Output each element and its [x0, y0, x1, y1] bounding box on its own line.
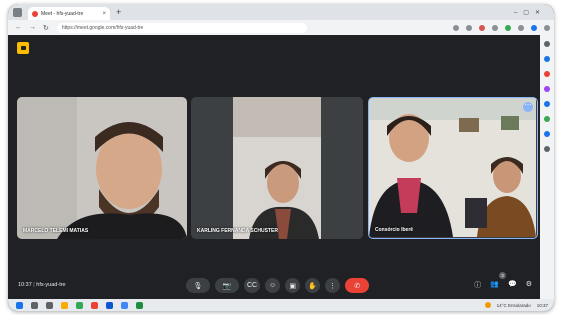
tab-title: Meet - hfs-yuad-tre: [41, 10, 84, 17]
chat-icon[interactable]: 💬: [508, 280, 517, 290]
extension-icon[interactable]: [531, 24, 537, 31]
side-panel-controls: ⓘ 👥 💬 ⚙: [474, 280, 532, 290]
window-controls[interactable]: –▢✕: [514, 9, 546, 16]
meet-favicon-icon: [32, 10, 38, 17]
raise-hand-button[interactable]: ✋: [305, 278, 321, 293]
emoji-button[interactable]: ☺: [265, 278, 281, 293]
meeting-time: 10:37: [18, 282, 32, 288]
back-button[interactable]: ←: [15, 24, 22, 31]
forward-button[interactable]: →: [29, 24, 36, 31]
weather-text[interactable]: 14°C Ensolarado: [497, 303, 531, 308]
search-icon[interactable]: [31, 301, 38, 309]
meet-stage: MARCELO TELEMI MATIAS KARLING FERNANDA S…: [8, 35, 540, 299]
participant-name: MARCELO TELEMI MATIAS: [23, 228, 89, 234]
sidebar-app-icon[interactable]: [544, 56, 550, 62]
extension-icon[interactable]: [518, 24, 524, 31]
os-taskbar: 14°C Ensolarado 10:37: [8, 299, 554, 311]
more-options-button[interactable]: ⋮: [325, 278, 341, 293]
browser-sidebar: [540, 35, 554, 299]
sidebar-app-icon[interactable]: [544, 116, 550, 122]
participant-video: [369, 98, 536, 237]
call-controls: 🎙 📷 CC ☺ ▣ ✋ ⋮ ✆: [186, 278, 370, 293]
url-field[interactable]: https://meet.google.com/hfs-yuad-tre: [56, 22, 307, 33]
edge-icon[interactable]: [106, 301, 113, 309]
present-button[interactable]: ▣: [285, 278, 301, 293]
weather-icon: [484, 302, 491, 308]
participant-video: [17, 97, 187, 239]
extension-icon[interactable]: [505, 24, 511, 31]
extension-icon[interactable]: [453, 24, 459, 31]
system-tray: 14°C Ensolarado 10:37: [484, 302, 548, 308]
file-explorer-icon[interactable]: [61, 301, 68, 309]
extension-icon[interactable]: [492, 24, 498, 31]
tab-close-icon[interactable]: ×: [102, 11, 106, 17]
address-bar-row: ← → ↻ https://meet.google.com/hfs-yuad-t…: [8, 20, 554, 36]
info-icon[interactable]: ⓘ: [474, 280, 481, 290]
taskbar-app-icon[interactable]: [76, 301, 83, 309]
participant-video: [191, 97, 363, 239]
screen: Meet - hfs-yuad-tre × + –▢✕ ← → ↻ https:…: [8, 4, 554, 311]
participant-tile[interactable]: KARLING FERNANDA SCHUSTER: [191, 97, 363, 239]
extension-icon[interactable]: [466, 24, 472, 31]
add-icon[interactable]: [544, 146, 550, 152]
browser-tab[interactable]: Meet - hfs-yuad-tre ×: [28, 7, 110, 20]
microphone-button[interactable]: 🎙: [186, 278, 210, 293]
taskbar-app-icon[interactable]: [136, 301, 143, 309]
participant-tile-active[interactable]: ⋯ Consórcio Iberê: [368, 97, 538, 239]
sidebar-app-icon[interactable]: [544, 101, 550, 107]
reload-button[interactable]: ↻: [43, 24, 49, 32]
start-icon[interactable]: [16, 301, 23, 309]
meet-logo: [17, 42, 29, 54]
meet-control-bar: 10:37 | hfs-yuad-tre 🎙 📷 CC ☺ ▣ ✋ ⋮ ✆ ⓘ …: [8, 272, 540, 299]
new-tab-button[interactable]: +: [116, 7, 121, 17]
extensions-toolbar: [453, 24, 550, 31]
meeting-info-text: 10:37 | hfs-yuad-tre: [18, 282, 66, 288]
participant-tile[interactable]: MARCELO TELEMI MATIAS: [17, 97, 187, 239]
participant-name: KARLING FERNANDA SCHUSTER: [197, 228, 278, 234]
participant-name: Consórcio Iberê: [375, 227, 414, 233]
captions-button[interactable]: CC: [244, 278, 261, 293]
people-icon[interactable]: 👥: [490, 280, 499, 290]
menu-icon[interactable]: [544, 24, 550, 31]
activities-icon[interactable]: ⚙: [526, 280, 532, 290]
sidebar-app-icon[interactable]: [544, 86, 550, 92]
task-view-icon[interactable]: [46, 301, 53, 309]
sidebar-app-icon[interactable]: [544, 131, 550, 137]
sidebar-app-icon[interactable]: [544, 71, 550, 77]
extension-icon[interactable]: [479, 24, 485, 31]
participant-count-badge: 3: [499, 272, 506, 279]
search-icon[interactable]: [544, 41, 550, 47]
camera-button[interactable]: 📷: [215, 278, 239, 293]
chrome-icon[interactable]: [121, 301, 128, 309]
meeting-code: hfs-yuad-tre: [36, 282, 66, 288]
profile-icon[interactable]: [13, 7, 22, 17]
taskbar-clock[interactable]: 10:37: [537, 303, 548, 308]
browser-tabbar: Meet - hfs-yuad-tre × + –▢✕: [8, 4, 554, 20]
end-call-button[interactable]: ✆: [345, 278, 370, 293]
more-options-icon[interactable]: ⋯: [523, 102, 533, 112]
taskbar-app-icon[interactable]: [91, 301, 98, 309]
